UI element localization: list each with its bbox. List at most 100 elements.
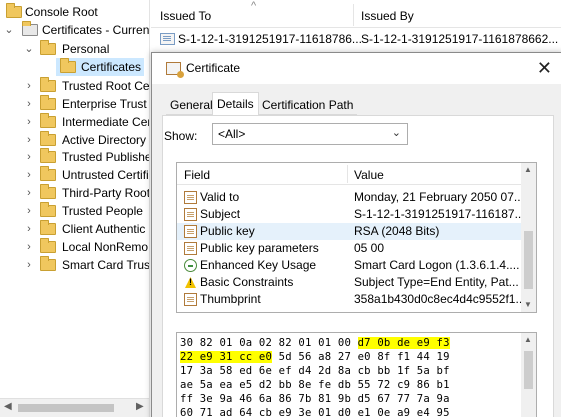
column-divider[interactable] [347, 165, 348, 183]
scroll-down-icon[interactable]: ▼ [524, 300, 532, 309]
show-dropdown[interactable]: <All> ⌄ [212, 123, 408, 145]
tree-item-client-authentication[interactable]: › Client Authentic [0, 220, 149, 238]
certificate-icon [160, 33, 175, 45]
field-value: Smart Card Logon (1.3.6.1.4.... [354, 258, 520, 272]
field-name: Public key [200, 224, 255, 238]
field-value: 05 00 [354, 241, 385, 255]
field-list-scrollbar[interactable]: ▲ ▼ [521, 163, 536, 312]
chevron-right-icon[interactable]: › [23, 166, 35, 184]
chevron-down-icon[interactable]: ⌄ [3, 21, 15, 39]
scroll-left-icon[interactable]: ◀ [4, 401, 12, 412]
tree-item-console-root[interactable]: Console Root [0, 3, 149, 21]
hex-line: ff 3e 9a 46 6a 86 7b 81 9b d5 67 77 7a 9… [180, 393, 450, 405]
scroll-right-icon[interactable]: ▶ [136, 401, 144, 412]
chevron-down-icon[interactable]: ⌄ [23, 40, 35, 58]
field-name: Enhanced Key Usage [200, 258, 317, 272]
tree-item-trusted-root[interactable]: › Trusted Root Cer [0, 77, 149, 95]
field-row[interactable]: Basic Constraints Subject Type=End Entity… [177, 274, 522, 291]
chevron-right-icon[interactable]: › [23, 184, 35, 202]
column-value[interactable]: Value [354, 168, 384, 182]
chevron-right-icon[interactable]: › [23, 256, 35, 274]
issued-to-cell: S-1-12-1-3191251917-11618786... [178, 32, 362, 46]
dialog-title-bar[interactable]: Certificate ✕ [152, 53, 561, 84]
scrollbar-thumb[interactable] [18, 404, 114, 412]
scroll-up-icon[interactable]: ▲ [524, 165, 532, 174]
tree-item-certificates[interactable]: Certificates [56, 58, 144, 76]
tree-item-active-directory[interactable]: › Active Directory [0, 131, 149, 149]
tree-item-trusted-people[interactable]: › Trusted People [0, 202, 149, 220]
field-document-icon [184, 242, 197, 255]
field-row[interactable]: Public key RSA (2048 Bits) [177, 223, 522, 240]
field-value: Monday, 21 February 2050 07... [354, 190, 524, 204]
folder-icon [40, 113, 56, 128]
hex-box-scrollbar[interactable]: ▲ [521, 333, 536, 417]
hex-line: 17 3a 58 ed 6e ef d4 2d 8a cb bb 1f 5a b… [180, 365, 450, 377]
column-divider[interactable] [353, 4, 354, 26]
folder-icon [6, 3, 22, 18]
field-row[interactable]: Valid to Monday, 21 February 2050 07... [177, 189, 524, 206]
chevron-down-icon[interactable]: ⌄ [392, 126, 401, 139]
tree-item-certificates-current-user[interactable]: ⌄ Certificates - Curren [0, 21, 149, 39]
field-document-icon [184, 208, 197, 221]
folder-icon [40, 77, 56, 92]
tree-item-smart-card-trust[interactable]: › Smart Card Trust [0, 256, 149, 274]
hex-line: 60 71 ad 64 cb e9 3e 01 d0 e1 0e a9 e4 9… [180, 407, 450, 417]
chevron-right-icon[interactable]: › [23, 131, 35, 149]
chevron-right-icon[interactable]: › [23, 148, 35, 166]
folder-icon [40, 40, 56, 55]
folder-icon [40, 220, 56, 235]
folder-icon [40, 148, 56, 163]
field-value-hex-box[interactable]: 30 82 01 0a 02 82 01 01 00 d7 0b de e9 f… [176, 332, 537, 417]
tree-item-local-nonremovable[interactable]: › Local NonRemo [0, 238, 149, 256]
certificate-store-icon [22, 21, 38, 36]
chevron-right-icon[interactable]: › [23, 77, 35, 95]
field-row[interactable]: Thumbprint 358a1b430d0c8ec4d4c9552f1... [177, 291, 526, 308]
tab-certification-path[interactable]: Certification Path [258, 95, 358, 115]
field-list[interactable]: Field Value Valid to Monday, 21 February … [176, 162, 537, 313]
chevron-right-icon[interactable]: › [23, 238, 35, 256]
column-field[interactable]: Field [184, 168, 210, 182]
folder-icon [40, 238, 56, 253]
folder-open-icon [60, 58, 76, 73]
chevron-right-icon[interactable]: › [23, 202, 35, 220]
field-row[interactable]: Public key parameters 05 00 [177, 240, 522, 257]
field-value: 358a1b430d0c8ec4d4c9552f1... [354, 292, 526, 306]
folder-icon [40, 95, 56, 110]
field-name: Public key parameters [200, 241, 319, 255]
field-row[interactable]: Subject S-1-12-1-3191251917-116187... [177, 206, 525, 223]
tree-item-intermediate[interactable]: › Intermediate Cer [0, 113, 149, 131]
column-issued-to[interactable]: Issued To [160, 0, 211, 28]
field-value: RSA (2048 Bits) [354, 224, 440, 238]
tree-item-third-party-root[interactable]: › Third-Party Root [0, 184, 149, 202]
field-value: S-1-12-1-3191251917-116187... [354, 207, 525, 221]
field-value: Subject Type=End Entity, Pat... [354, 275, 519, 289]
chevron-right-icon[interactable]: › [23, 113, 35, 131]
sort-ascending-icon: ^ [251, 0, 257, 12]
tree-horizontal-scrollbar[interactable]: ◀ ▶ [0, 398, 149, 417]
tree-item-trusted-publishers[interactable]: › Trusted Publishe [0, 148, 149, 166]
field-document-icon [184, 225, 197, 238]
tab-general[interactable]: General [166, 95, 217, 115]
scroll-up-icon[interactable]: ▲ [524, 335, 532, 344]
tree-item-enterprise-trust[interactable]: › Enterprise Trust [0, 95, 149, 113]
dialog-title: Certificate [186, 61, 241, 75]
folder-icon [40, 256, 56, 271]
tree-item-untrusted[interactable]: › Untrusted Certifi [0, 166, 149, 184]
chevron-right-icon[interactable]: › [23, 95, 35, 113]
show-label: Show: [164, 129, 198, 143]
scrollbar-thumb[interactable] [524, 231, 533, 289]
tab-details[interactable]: Details [212, 92, 259, 116]
tree-item-personal[interactable]: ⌄ Personal [0, 40, 149, 58]
hex-highlight: 22 e9 31 cc e0 [180, 351, 273, 363]
field-row[interactable]: Enhanced Key Usage Smart Card Logon (1.3.… [177, 257, 522, 274]
field-document-icon [184, 293, 197, 306]
hex-line: 22 e9 31 cc e0 5d 56 a8 27 e0 8f f1 44 1… [180, 351, 450, 363]
column-issued-by[interactable]: Issued By [361, 0, 414, 28]
close-icon[interactable]: ✕ [537, 57, 552, 79]
folder-icon [40, 202, 56, 217]
scrollbar-thumb[interactable] [524, 351, 533, 389]
certificate-list-row[interactable]: S-1-12-1-3191251917-11618786... S-1-12-1… [151, 29, 561, 49]
field-name: Valid to [200, 190, 240, 204]
chevron-right-icon[interactable]: › [23, 220, 35, 238]
issued-by-cell: S-1-12-1-3191251917-1161878662... [361, 32, 559, 46]
